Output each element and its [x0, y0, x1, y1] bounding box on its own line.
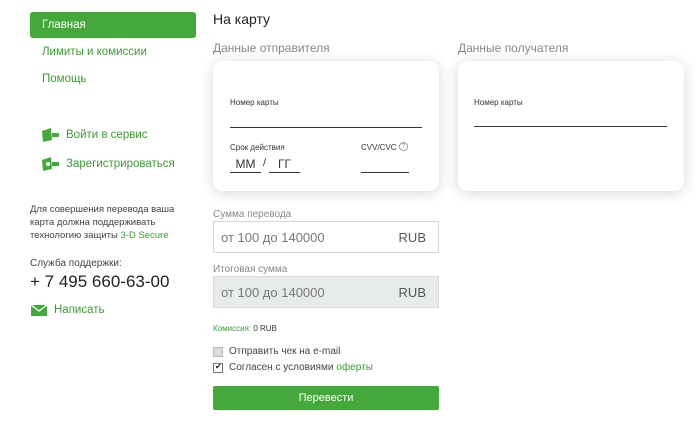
amount-currency: RUB [398, 230, 426, 245]
expiry-month-underline [230, 159, 261, 173]
receiver-card-number-input[interactable] [474, 113, 667, 127]
page-title: На карту [213, 11, 271, 27]
nav-item-help[interactable]: Помощь [30, 66, 196, 92]
fee-value: 0 RUB [253, 324, 277, 333]
fee-label: Комиссия: [213, 324, 252, 333]
receiver-section-title: Данные получателя [458, 41, 569, 55]
login-link[interactable]: Войти в сервис [40, 127, 148, 143]
expiry-year-underline [269, 159, 300, 173]
register-label: Зарегистрироваться [66, 158, 175, 170]
total-placeholder: от 100 до 140000 [221, 285, 325, 300]
security-note: Для совершения перевода ваша карта должн… [30, 203, 180, 242]
expiry-slash: / [263, 157, 267, 169]
support-phone: + 7 495 660-63-00 [30, 272, 170, 291]
total-amount-field: от 100 до 140000 RUB [213, 276, 439, 308]
write-link[interactable]: Написать [30, 303, 105, 317]
total-currency: RUB [398, 285, 426, 300]
agree-row: Согласен с условиями оферты [213, 362, 373, 373]
sender-section-title: Данные отправителя [213, 41, 330, 55]
support-label: Служба поддержки: [30, 258, 122, 269]
fee-line: Комиссия: 0 RUB [213, 324, 277, 333]
email-receipt-row: Отправить чек на e-mail [213, 346, 340, 357]
login-icon [42, 128, 59, 142]
agree-checkbox[interactable] [213, 362, 223, 373]
cvv-input[interactable] [361, 159, 409, 173]
nav-item-home[interactable]: Главная [30, 12, 196, 38]
amount-label: Сумма перевода [213, 209, 292, 220]
login-label: Войти в сервис [66, 129, 148, 141]
cvv-label: CVV/CVC [361, 143, 397, 152]
sender-card: Номер карты Срок действия ММ / ГГ CVV/CV… [213, 61, 439, 191]
3d-secure-link[interactable]: 3-D Secure [120, 230, 168, 241]
agree-label: Согласен с условиями [229, 362, 334, 373]
help-icon[interactable]: ? [399, 142, 408, 151]
email-receipt-label: Отправить чек на e-mail [229, 346, 341, 357]
nav-item-limits[interactable]: Лимиты и комиссии [30, 39, 196, 65]
sender-card-number-label: Номер карты [230, 98, 279, 107]
expiry-label: Срок действия [230, 143, 285, 152]
sender-card-number-input[interactable] [230, 114, 422, 128]
email-receipt-checkbox[interactable] [213, 346, 223, 357]
register-icon [42, 157, 59, 171]
register-link[interactable]: Зарегистрироваться [40, 156, 175, 172]
receiver-card: Номер карты [458, 61, 684, 191]
write-label: Написать [54, 304, 105, 316]
amount-input[interactable]: от 100 до 140000 RUB [213, 221, 439, 253]
envelope-icon [30, 304, 48, 316]
receiver-card-number-label: Номер карты [474, 98, 523, 107]
offer-link[interactable]: оферты [336, 362, 372, 373]
amount-placeholder: от 100 до 140000 [221, 230, 325, 245]
submit-button[interactable]: Перевести [213, 386, 439, 410]
total-label: Итоговая сумма [213, 264, 288, 275]
sidebar: Главная Лимиты и комиссии Помощь [30, 12, 196, 93]
